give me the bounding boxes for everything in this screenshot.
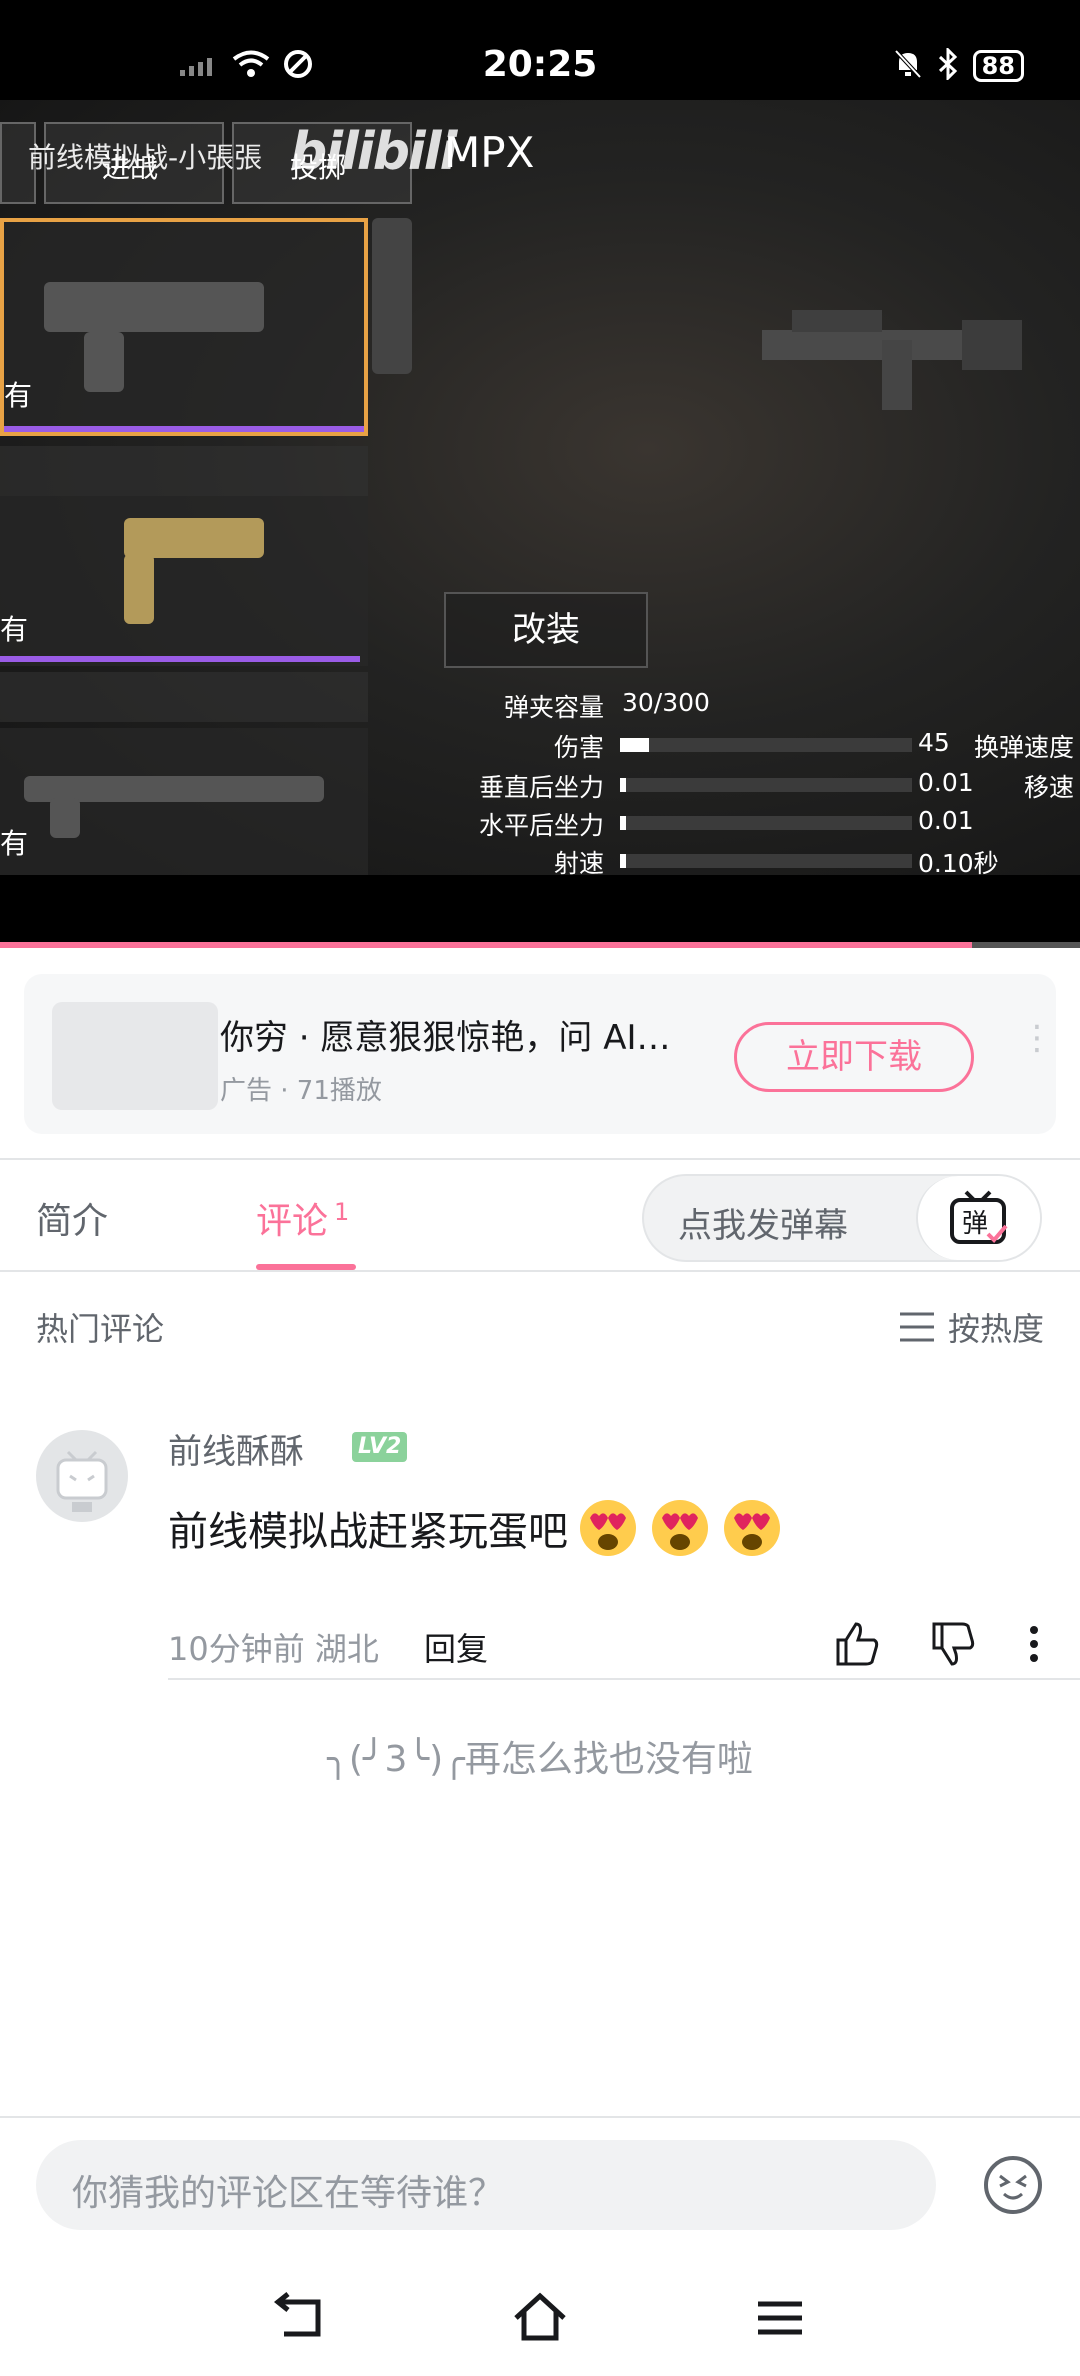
stat-row-damage: 伤害 45 换弹速度 bbox=[553, 728, 1074, 762]
level-badge: LV2 bbox=[352, 1432, 408, 1462]
stat-bar-fill bbox=[620, 738, 649, 752]
weapon-name: MPX bbox=[444, 128, 535, 177]
gun-silhouette bbox=[44, 282, 264, 332]
danmaku-entry[interactable]: 点我发弹幕 弹 bbox=[642, 1174, 1042, 1262]
like-icon[interactable] bbox=[830, 1616, 886, 1672]
stat-row-horizontal-recoil: 水平后坐力 0.01 bbox=[478, 806, 974, 840]
danmaku-input[interactable]: 点我发弹幕 bbox=[678, 1198, 848, 1247]
danmaku-icon: 弹 bbox=[950, 1190, 1008, 1244]
stat-bar-fill bbox=[620, 816, 626, 830]
stat-bar bbox=[620, 738, 912, 752]
more-options-icon[interactable] bbox=[1012, 1616, 1068, 1672]
video-progress-fill bbox=[0, 942, 972, 948]
comment-text-content: 前线模拟战赶紧玩蛋吧 bbox=[168, 1509, 568, 1555]
danmaku-button-label: 弹 bbox=[962, 1209, 988, 1239]
stat-row-magazine: 弹夹容量 30/300 bbox=[503, 688, 710, 722]
uploader-watermark: 前线模拟战-小張張 bbox=[28, 141, 263, 174]
stat-bar bbox=[620, 816, 912, 830]
end-of-comments-text: ╮(╯3╰)╭再怎么找也没有啦 bbox=[327, 1739, 753, 1780]
ad-subtitle: 广告 · 71播放 bbox=[220, 1076, 382, 1106]
hot-comments-header: 热门评论 bbox=[36, 1310, 165, 1348]
stat-row-fire-rate: 射速 0.10秒 bbox=[553, 849, 999, 875]
comment-item: 前线酥酥 LV2 前线模拟战赶紧玩蛋吧 10分钟前 湖北 回复 bbox=[0, 1420, 1080, 1680]
ad-title: 你穷 · 愿意狠狠惊艳，问 AI… bbox=[220, 1018, 671, 1058]
video-frame: 进战 投掷 前线模拟战-小張張 bilibili MPX 有 有 有 改装 弹夹… bbox=[0, 100, 1080, 875]
status-bar: 20:25 88 bbox=[0, 0, 1080, 100]
bilibili-logo: bilibili bbox=[290, 122, 457, 182]
emoji-button[interactable] bbox=[982, 2154, 1044, 2216]
danmaku-toggle-button[interactable]: 弹 bbox=[916, 1176, 1040, 1260]
comment-time: 10分钟前 bbox=[168, 1630, 305, 1668]
menu-nav-icon[interactable] bbox=[750, 2288, 810, 2348]
tab-intro[interactable]: 简介 bbox=[36, 1192, 108, 1244]
scroll-handle bbox=[372, 218, 412, 374]
video-progress-bar[interactable] bbox=[0, 942, 1080, 948]
gun-silhouette-gold bbox=[124, 518, 264, 558]
modify-weapon-button: 改装 bbox=[444, 592, 648, 668]
emoji-face-icon bbox=[984, 2156, 1042, 2214]
tab-active-indicator bbox=[256, 1264, 356, 1270]
home-nav-icon[interactable] bbox=[510, 2288, 570, 2348]
stat-row-vertical-recoil: 垂直后坐力 0.01 移速 bbox=[478, 768, 1074, 802]
tab-comments[interactable]: 评论 1 bbox=[256, 1192, 349, 1244]
bluetooth-icon bbox=[937, 46, 959, 84]
tab-bar: 简介 评论 1 点我发弹幕 弹 bbox=[0, 1158, 1080, 1272]
heart-eyes-emoji-icon bbox=[580, 1500, 636, 1556]
ad-card[interactable]: 你穷 · 愿意狠狠惊艳，问 AI… 广告 · 71播放 立即下载 ⋮ bbox=[24, 974, 1056, 1134]
ad-download-button[interactable]: 立即下载 bbox=[734, 1022, 974, 1092]
weapon-slot-1: 有 bbox=[0, 218, 368, 436]
comment-username[interactable]: 前线酥酥 bbox=[168, 1424, 304, 1473]
heart-eyes-emoji-icon bbox=[724, 1500, 780, 1556]
comment-meta: 10分钟前 湖北 bbox=[168, 1624, 379, 1670]
gun-grip bbox=[84, 332, 124, 392]
stat-bar-fill bbox=[620, 778, 626, 792]
heart-eyes-emoji-icon bbox=[652, 1500, 708, 1556]
mute-icon bbox=[893, 48, 923, 84]
video-player[interactable]: 进战 投掷 前线模拟战-小張張 bilibili MPX 有 有 有 改装 弹夹… bbox=[0, 100, 1080, 875]
bottom-bar: 你猜我的评论区在等待谁？ bbox=[0, 2116, 1080, 2376]
weapon-preview bbox=[762, 290, 1062, 430]
slot-rarity-bar bbox=[4, 426, 364, 432]
slot-rarity-bar bbox=[0, 656, 360, 662]
comment-input-placeholder: 你猜我的评论区在等待谁？ bbox=[72, 2173, 505, 2214]
default-avatar-icon bbox=[56, 1450, 108, 1512]
comment-location: 湖北 bbox=[314, 1630, 379, 1668]
status-icons-right: 88 bbox=[893, 46, 1024, 84]
gun-mag-gold bbox=[124, 554, 154, 624]
comment-text: 前线模拟战赶紧玩蛋吧 bbox=[168, 1496, 784, 1560]
tab-comments-label: 评论 bbox=[256, 1201, 329, 1242]
video-letterbox bbox=[0, 875, 1080, 945]
dislike-icon[interactable] bbox=[926, 1616, 982, 1672]
ad-thumbnail bbox=[52, 1002, 218, 1110]
comment-divider bbox=[168, 1678, 1080, 1680]
battery-icon: 88 bbox=[972, 50, 1024, 82]
more-options-icon[interactable]: ⋮ bbox=[1020, 1021, 1054, 1055]
stat-bar-fill bbox=[620, 854, 626, 868]
avatar[interactable] bbox=[36, 1430, 128, 1522]
weapon-slot-divider bbox=[0, 446, 368, 496]
stat-bar bbox=[620, 778, 912, 792]
reply-button[interactable]: 回复 bbox=[424, 1624, 488, 1670]
sort-by-hot-button[interactable]: 按热度 bbox=[898, 1304, 1044, 1350]
tab-comments-count: 1 bbox=[334, 1198, 350, 1226]
comment-input[interactable]: 你猜我的评论区在等待谁？ bbox=[36, 2140, 936, 2230]
sort-label: 按热度 bbox=[947, 1310, 1044, 1348]
back-nav-icon[interactable] bbox=[270, 2288, 330, 2348]
weapon-slot-2: 有 bbox=[0, 496, 368, 666]
sort-list-icon bbox=[899, 1312, 934, 1342]
stat-bar bbox=[620, 854, 912, 868]
